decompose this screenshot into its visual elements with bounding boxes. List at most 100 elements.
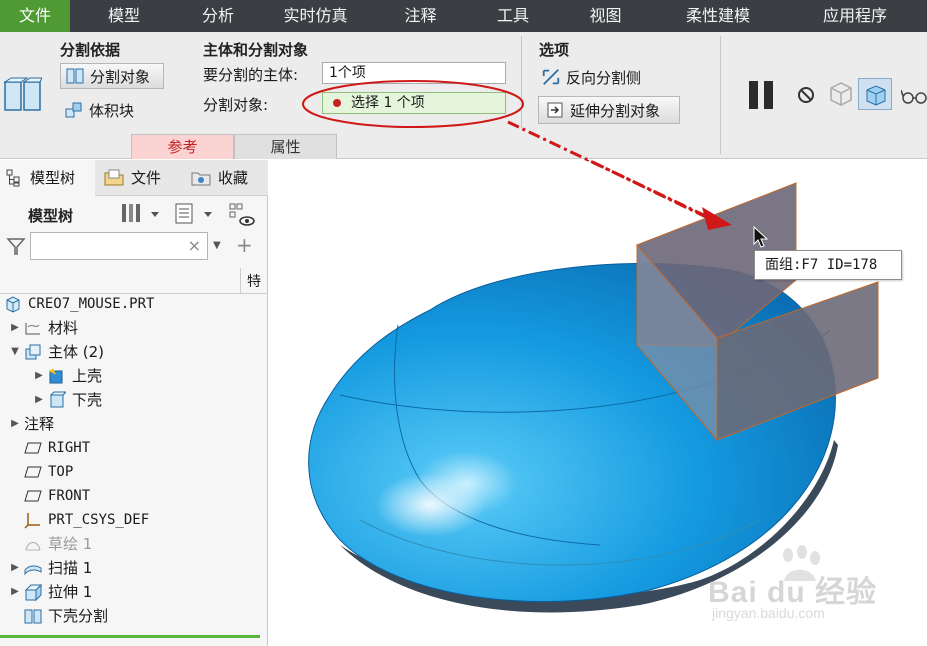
part-icon <box>4 295 22 313</box>
volume-block-icon <box>65 102 82 118</box>
volume-block-button[interactable]: 体积块 <box>64 98 134 122</box>
tree-item[interactable]: ▶ 注释 <box>0 412 54 436</box>
tree-item-label: 主体 (2) <box>48 343 105 361</box>
search-dropdown-icon[interactable]: ▼ <box>213 240 221 251</box>
tree-item-label: 材料 <box>48 319 79 337</box>
bodies-icon <box>24 343 42 361</box>
menu-analysis[interactable]: 分析 <box>178 0 258 32</box>
tree-item[interactable]: ▶ 下壳 <box>0 388 102 412</box>
datum-plane-icon <box>24 463 42 481</box>
tree-item-label: 下壳 <box>72 391 103 409</box>
tab-properties[interactable]: 属性 <box>234 134 337 159</box>
tab-favorites-label: 收藏 <box>218 169 249 187</box>
tab-model-tree-label: 模型树 <box>30 169 76 187</box>
datum-plane-icon <box>24 439 42 457</box>
favorites-icon <box>191 172 211 186</box>
tree-item[interactable]: 下壳分割 <box>0 604 108 628</box>
glasses-icon[interactable] <box>901 86 927 106</box>
model-tree-title: 模型树 <box>28 207 74 225</box>
show-options-icon[interactable] <box>174 202 218 226</box>
clear-search-icon[interactable]: × <box>188 236 201 255</box>
split-body-large-icon[interactable] <box>2 76 42 114</box>
tree-item[interactable]: ▶ 材料 <box>0 316 78 340</box>
split-basis-title: 分割依据 <box>60 41 121 59</box>
tree-item[interactable]: ▶ 上壳 <box>0 364 102 388</box>
material-icon <box>24 319 42 337</box>
tooltip: 面组:F7 ID=178 <box>754 250 902 280</box>
tree-item-label: 上壳 <box>72 367 103 385</box>
folder-icon <box>104 169 124 186</box>
tree-item-label: 扫描 1 <box>48 559 93 577</box>
tree-settings-icon[interactable] <box>120 202 166 226</box>
tree-item-label: PRT_CSYS_DEF <box>48 512 150 528</box>
tree-item-label: 下壳分割 <box>48 607 109 625</box>
extrude-icon <box>24 583 43 602</box>
expand-toggle-icon[interactable]: ▶ <box>32 388 46 412</box>
tree-item-label: 拉伸 1 <box>48 583 93 601</box>
tab-files[interactable]: 文件 <box>103 160 185 196</box>
tree-item-label: RIGHT <box>48 440 91 456</box>
reverse-split-side-label: 反向分割侧 <box>566 68 642 87</box>
split-object-icon <box>66 68 84 84</box>
tree-item-label: 注释 <box>24 415 55 433</box>
datum-plane-icon <box>24 487 42 505</box>
menu-tools[interactable]: 工具 <box>468 0 558 32</box>
expand-toggle-icon[interactable]: ▶ <box>8 580 22 604</box>
feature-preview-icon[interactable] <box>827 80 855 108</box>
reverse-split-side-button[interactable]: 反向分割侧 <box>541 65 641 89</box>
add-filter-icon[interactable]: + <box>236 233 253 257</box>
tab-model-tree[interactable]: 模型树 <box>0 160 95 196</box>
tree-item[interactable]: TOP <box>0 460 73 484</box>
expand-toggle-icon[interactable]: ▶ <box>8 316 22 340</box>
watermark-url: jingyan.baidu.com <box>712 605 825 621</box>
menu-applications[interactable]: 应用程序 <box>783 0 927 32</box>
pause-icon[interactable] <box>746 80 778 110</box>
body-active-icon <box>48 367 66 385</box>
menu-realtime-simulation[interactable]: 实时仿真 <box>258 0 373 32</box>
tree-item[interactable]: ▶ 扫描 1 <box>0 556 92 580</box>
menu-file[interactable]: 文件 <box>0 0 70 32</box>
tree-item[interactable]: CREO7_MOUSE.PRT <box>0 292 154 316</box>
menu-model[interactable]: 模型 <box>70 0 178 32</box>
filter-view-icon[interactable] <box>228 202 256 228</box>
sweep-icon <box>24 559 42 577</box>
body-to-split-label: 要分割的主体: <box>203 66 299 84</box>
menu-annotate[interactable]: 注释 <box>373 0 468 32</box>
model-tree-icon <box>6 169 20 187</box>
verify-preview-button[interactable] <box>858 78 892 110</box>
filter-icon[interactable] <box>6 236 26 256</box>
geometry-preview-icon <box>866 85 886 106</box>
tree-item[interactable]: FRONT <box>0 484 90 508</box>
menu-flexible-modeling[interactable]: 柔性建模 <box>653 0 783 32</box>
body-and-object-title: 主体和分割对象 <box>203 41 309 59</box>
panel-tabs: 模型树 文件 收藏 <box>0 160 268 196</box>
tree-item[interactable]: ▼ 主体 (2) <box>0 340 104 364</box>
tab-files-label: 文件 <box>131 169 162 187</box>
tree-item-label: FRONT <box>48 488 91 504</box>
tree-item[interactable]: 草绘 1 <box>0 532 92 556</box>
coordinate-system-icon <box>24 511 42 529</box>
annotation-ellipse <box>302 80 524 128</box>
menubar: 文件 模型 分析 实时仿真 注释 工具 视图 柔性建模 应用程序 <box>0 0 927 32</box>
expand-toggle-icon[interactable]: ▶ <box>32 364 46 388</box>
split-object-field-label: 分割对象: <box>203 96 269 114</box>
tab-favorites[interactable]: 收藏 <box>190 160 268 196</box>
tree-item-label: 草绘 1 <box>48 535 93 553</box>
reverse-direction-icon <box>542 69 560 85</box>
tree-item[interactable]: ▶ 拉伸 1 <box>0 580 92 604</box>
tree-item[interactable]: RIGHT <box>0 436 90 460</box>
tooltip-text: 面组:F7 ID=178 <box>765 257 878 273</box>
expand-toggle-icon[interactable]: ▶ <box>8 556 22 580</box>
side-column-header: 特 <box>240 268 268 294</box>
tab-reference[interactable]: 参考 <box>131 134 234 159</box>
tree-item[interactable]: PRT_CSYS_DEF <box>0 508 149 532</box>
no-preview-icon[interactable] <box>795 84 817 106</box>
annotation-arrow-upper <box>507 120 709 219</box>
expand-toggle-icon[interactable]: ▼ <box>8 340 22 364</box>
sketch-icon <box>24 535 42 553</box>
tree-search-input[interactable]: × <box>30 232 208 260</box>
split-object-button[interactable]: 分割对象 <box>60 63 164 89</box>
menu-view[interactable]: 视图 <box>558 0 653 32</box>
expand-toggle-icon[interactable]: ▶ <box>8 412 22 436</box>
tree-item-label: CREO7_MOUSE.PRT <box>28 296 155 312</box>
